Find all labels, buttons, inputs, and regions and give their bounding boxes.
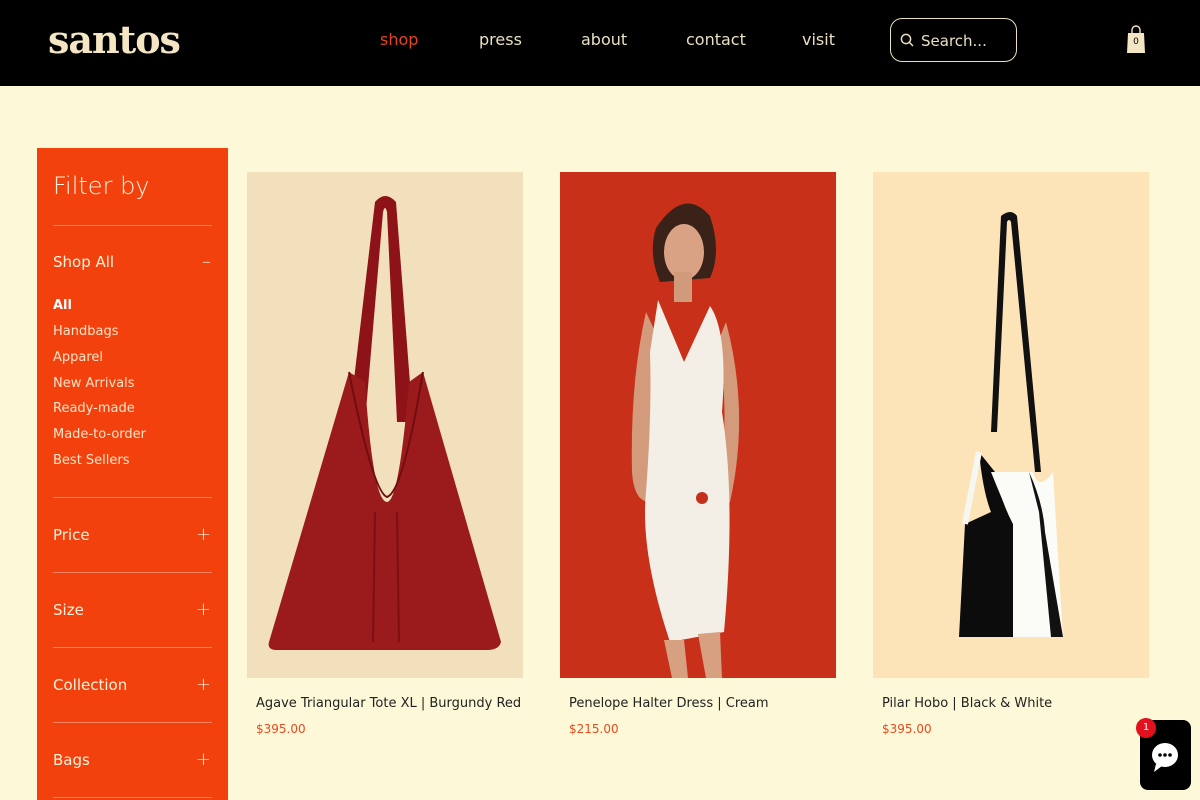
nav-contact[interactable]: contact xyxy=(686,30,746,50)
category-new-arrivals[interactable]: New Arrivals xyxy=(53,376,135,392)
category-apparel[interactable]: Apparel xyxy=(53,350,103,366)
model-dress-image xyxy=(631,203,740,678)
category-ready-made[interactable]: Ready-made xyxy=(53,401,135,417)
filter-bags-label[interactable]: Bags xyxy=(53,750,90,770)
divider xyxy=(53,722,212,723)
filter-size-label[interactable]: Size xyxy=(53,600,84,620)
expand-icon[interactable]: + xyxy=(196,600,211,620)
filter-price-label[interactable]: Price xyxy=(53,525,90,545)
collapse-icon[interactable]: – xyxy=(202,252,211,272)
product-card[interactable]: Agave Triangular Tote XL | Burgundy Red … xyxy=(247,172,523,736)
nav-visit[interactable]: visit xyxy=(802,30,835,50)
divider xyxy=(53,225,212,226)
divider xyxy=(53,497,212,498)
expand-icon[interactable]: + xyxy=(196,525,211,545)
nav-shop[interactable]: shop xyxy=(380,30,418,50)
product-price: $395.00 xyxy=(882,722,932,736)
brand-logo[interactable]: santos xyxy=(48,20,181,60)
filter-shop-all-label[interactable]: Shop All xyxy=(53,252,114,272)
divider xyxy=(53,572,212,573)
tote-bag-image xyxy=(268,196,501,650)
product-price: $395.00 xyxy=(256,722,306,736)
filter-title: Filter by xyxy=(53,172,150,200)
search-icon xyxy=(900,33,914,47)
divider xyxy=(53,647,212,648)
cart-button[interactable]: 0 xyxy=(1126,24,1146,54)
category-handbags[interactable]: Handbags xyxy=(53,324,118,340)
search-box[interactable] xyxy=(890,18,1017,62)
cart-count: 0 xyxy=(1133,37,1139,47)
chat-notification-badge: 1 xyxy=(1136,718,1156,738)
category-all[interactable]: All xyxy=(53,298,72,314)
product-price: $215.00 xyxy=(569,722,619,736)
product-image[interactable] xyxy=(873,172,1149,678)
nav-about[interactable]: about xyxy=(581,30,627,50)
category-made-to-order[interactable]: Made-to-order xyxy=(53,427,146,443)
divider xyxy=(53,797,212,798)
filter-sidebar: Filter by Shop All – All Handbags Appare… xyxy=(37,148,228,800)
expand-icon[interactable]: + xyxy=(196,675,211,695)
product-card[interactable]: Penelope Halter Dress | Cream $215.00 xyxy=(560,172,836,736)
category-best-sellers[interactable]: Best Sellers xyxy=(53,453,130,469)
product-image[interactable] xyxy=(247,172,523,678)
expand-icon[interactable]: + xyxy=(196,750,211,770)
product-name[interactable]: Agave Triangular Tote XL | Burgundy Red xyxy=(256,696,521,712)
product-card[interactable]: Pilar Hobo | Black & White $395.00 xyxy=(873,172,1149,736)
filter-collection-label[interactable]: Collection xyxy=(53,675,127,695)
product-image[interactable] xyxy=(560,172,836,678)
search-input[interactable] xyxy=(921,30,1011,52)
hobo-bag-image xyxy=(959,212,1063,637)
site-header: santos shop press about contact visit 0 xyxy=(0,0,1200,86)
nav-press[interactable]: press xyxy=(479,30,522,50)
product-name[interactable]: Penelope Halter Dress | Cream xyxy=(569,696,769,712)
product-name[interactable]: Pilar Hobo | Black & White xyxy=(882,696,1052,712)
